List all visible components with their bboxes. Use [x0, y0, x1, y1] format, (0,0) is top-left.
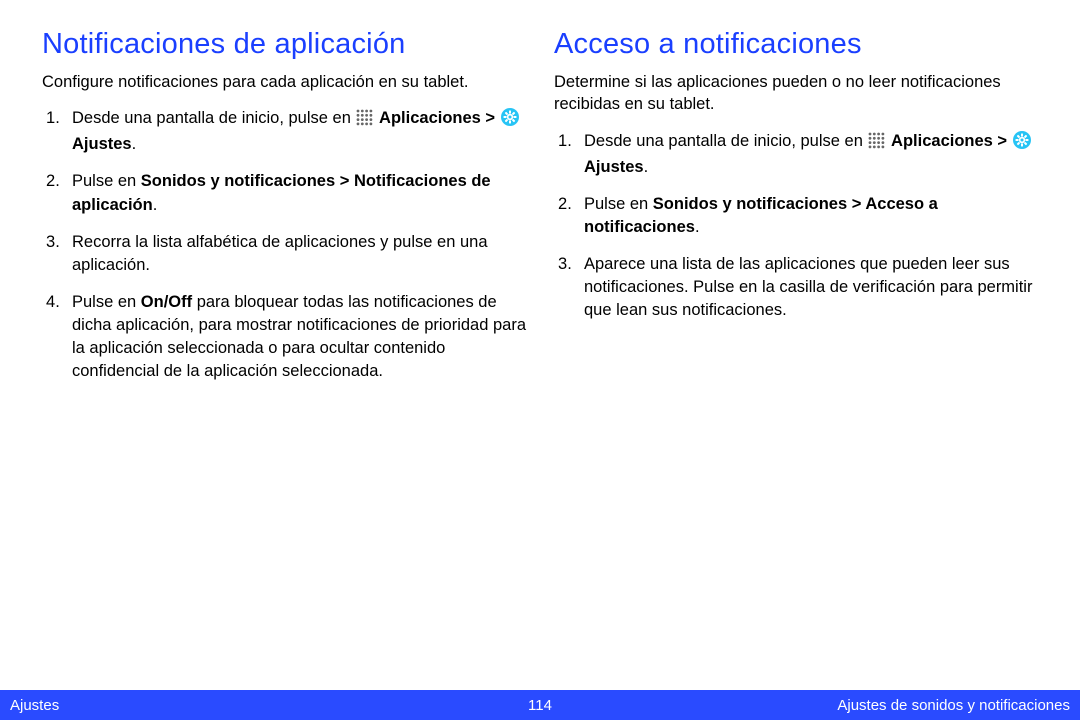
- step-1: Desde una pantalla de inicio, pulse en A…: [554, 130, 1038, 179]
- footer-left: Ajustes: [10, 697, 59, 714]
- period: .: [132, 135, 137, 153]
- step-3: Aparece una lista de las aplicaciones qu…: [554, 253, 1038, 322]
- intro-text: Configure notificaciones para cada aplic…: [42, 71, 526, 93]
- heading-notification-access: Acceso a notificaciones: [554, 28, 1038, 61]
- apps-label: Aplicaciones: [379, 109, 481, 127]
- page-number: 114: [528, 697, 552, 714]
- text: Pulse en: [72, 293, 141, 311]
- left-column: Notificaciones de aplicación Configure n…: [42, 28, 526, 397]
- settings-label: Ajustes: [72, 135, 132, 153]
- text: Desde una pantalla de inicio, pulse en: [584, 132, 867, 150]
- step-4: Pulse en On/Off para bloquear todas las …: [42, 291, 526, 383]
- apps-grid-icon: [868, 132, 885, 156]
- apps-grid-icon: [356, 109, 373, 133]
- steps-list: Desde una pantalla de inicio, pulse en A…: [554, 130, 1038, 323]
- step-3: Recorra la lista alfabética de aplicacio…: [42, 231, 526, 277]
- step-2: Pulse en Sonidos y notificaciones > Noti…: [42, 170, 526, 216]
- right-column: Acceso a notificaciones Determine si las…: [554, 28, 1038, 397]
- manual-page: Notificaciones de aplicación Configure n…: [0, 0, 1080, 720]
- step-1: Desde una pantalla de inicio, pulse en A…: [42, 107, 526, 156]
- text: Pulse en: [72, 172, 141, 190]
- page-footer: Ajustes 114 Ajustes de sonidos y notific…: [0, 690, 1080, 720]
- heading-app-notifications: Notificaciones de aplicación: [42, 28, 526, 61]
- gt: >: [481, 109, 500, 127]
- period: .: [695, 218, 700, 236]
- bold-onoff: On/Off: [141, 293, 192, 311]
- text: Pulse en: [584, 195, 653, 213]
- footer-right: Ajustes de sonidos y notificaciones: [837, 697, 1070, 714]
- steps-list: Desde una pantalla de inicio, pulse en A…: [42, 107, 526, 383]
- settings-gear-icon: [501, 108, 519, 133]
- text: Desde una pantalla de inicio, pulse en: [72, 109, 355, 127]
- two-column-layout: Notificaciones de aplicación Configure n…: [0, 0, 1080, 397]
- intro-text: Determine si las aplicaciones pueden o n…: [554, 71, 1038, 116]
- settings-gear-icon: [1013, 131, 1031, 156]
- gt: >: [993, 132, 1012, 150]
- settings-label: Ajustes: [584, 158, 644, 176]
- period: .: [153, 196, 158, 214]
- apps-label: Aplicaciones: [891, 132, 993, 150]
- period: .: [644, 158, 649, 176]
- step-2: Pulse en Sonidos y notificaciones > Acce…: [554, 193, 1038, 239]
